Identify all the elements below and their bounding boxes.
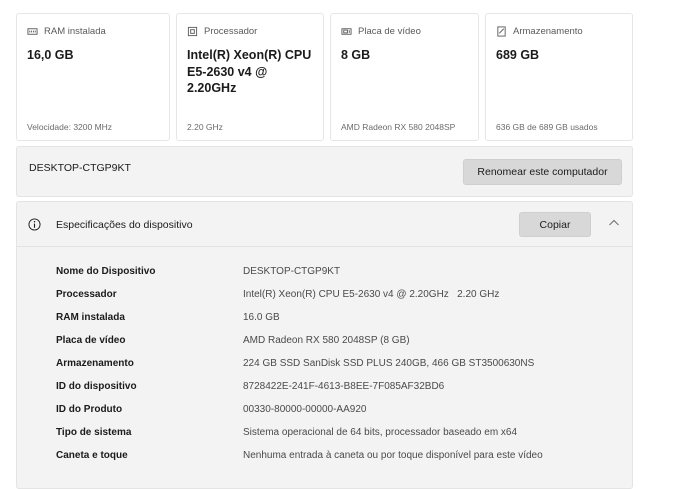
processor-card-label: Processador xyxy=(204,26,258,37)
spec-key: Tipo de sistema xyxy=(56,427,132,438)
ram-card-label: RAM instalada xyxy=(44,26,106,37)
spec-row-ram: RAM instalada 16.0 GB xyxy=(17,308,632,328)
chevron-up-icon[interactable] xyxy=(608,218,620,228)
spec-row-gpu: Placa de vídeo AMD Radeon RX 580 2048SP … xyxy=(17,331,632,351)
processor-card-value: Intel(R) Xeon(R) CPU E5-2630 v4 @ 2.20GH… xyxy=(187,48,312,95)
spec-value: DESKTOP-CTGP9KT xyxy=(243,266,341,277)
spec-key: Placa de vídeo xyxy=(56,335,126,346)
rename-computer-button[interactable]: Renomear este computador xyxy=(463,159,622,185)
gpu-card-label: Placa de vídeo xyxy=(358,26,421,37)
spec-key: Armazenamento xyxy=(56,358,134,369)
computer-name-bar: DESKTOP-CTGP9KT Renomear este computador xyxy=(16,146,633,197)
ram-card: RAM instalada 16,0 GB Velocidade: 3200 M… xyxy=(16,13,170,141)
spec-row-pen-touch: Caneta e toque Nenhuma entrada à caneta … xyxy=(17,446,632,466)
storage-card-header: Armazenamento xyxy=(496,26,583,37)
gpu-card-subtext: AMD Radeon RX 580 2048SP xyxy=(341,122,456,132)
spec-value: Sistema operacional de 64 bits, processa… xyxy=(243,427,518,438)
ram-icon xyxy=(27,28,38,35)
ram-card-header: RAM instalada xyxy=(27,26,106,37)
storage-card-value: 689 GB xyxy=(496,48,540,62)
spec-value: 16.0 GB xyxy=(243,312,280,323)
gpu-card: Placa de vídeo 8 GB AMD Radeon RX 580 20… xyxy=(330,13,479,141)
spec-key: ID do dispositivo xyxy=(56,381,137,392)
ram-card-subtext: Velocidade: 3200 MHz xyxy=(27,122,113,132)
device-specifications-title: Especificações do dispositivo xyxy=(56,219,193,231)
processor-card-header: Processador xyxy=(187,26,257,37)
spec-row-device-name: Nome do Dispositivo DESKTOP-CTGP9KT xyxy=(17,262,632,282)
gpu-icon xyxy=(341,28,352,35)
storage-card-subtext: 636 GB de 689 GB usados xyxy=(496,122,598,132)
spec-key: RAM instalada xyxy=(56,312,125,323)
hardware-summary-cards: RAM instalada 16,0 GB Velocidade: 3200 M… xyxy=(16,13,633,141)
spec-value: AMD Radeon RX 580 2048SP (8 GB) xyxy=(243,335,410,346)
spec-value: 8728422E-241F-4613-B8EE-7F085AF32BD6 xyxy=(243,381,445,392)
spec-value: 00330-80000-00000-AA920 xyxy=(243,404,367,415)
copy-button[interactable]: Copiar xyxy=(519,212,591,237)
device-specifications-panel: Especificações do dispositivo Copiar Nom… xyxy=(16,201,633,489)
storage-card: Armazenamento 689 GB 636 GB de 689 GB us… xyxy=(485,13,633,141)
spec-value: 224 GB SSD SanDisk SSD PLUS 240GB, 466 G… xyxy=(243,358,535,369)
gpu-card-value: 8 GB xyxy=(341,48,371,62)
spec-row-system-type: Tipo de sistema Sistema operacional de 6… xyxy=(17,423,632,443)
storage-icon xyxy=(497,26,506,37)
processor-card: Processador Intel(R) Xeon(R) CPU E5-2630… xyxy=(176,13,324,141)
spec-key: Caneta e toque xyxy=(56,450,128,461)
spec-row-product-id: ID do Produto 00330-80000-00000-AA920 xyxy=(17,400,632,420)
spec-row-processor: Processador Intel(R) Xeon(R) CPU E5-2630… xyxy=(17,285,632,305)
storage-card-label: Armazenamento xyxy=(513,26,583,37)
ram-card-value: 16,0 GB xyxy=(27,48,74,62)
gpu-card-header: Placa de vídeo xyxy=(341,26,421,37)
spec-value: Nenhuma entrada à caneta ou por toque di… xyxy=(243,450,543,461)
info-icon xyxy=(28,218,41,231)
spec-key: Processador xyxy=(56,289,117,300)
spec-key: ID do Produto xyxy=(56,404,123,415)
computer-name: DESKTOP-CTGP9KT xyxy=(29,162,131,174)
device-specifications-header[interactable]: Especificações do dispositivo Copiar xyxy=(17,202,632,247)
spec-row-device-id: ID do dispositivo 8728422E-241F-4613-B8E… xyxy=(17,377,632,397)
processor-icon xyxy=(187,26,198,37)
spec-row-storage: Armazenamento 224 GB SSD SanDisk SSD PLU… xyxy=(17,354,632,374)
spec-value: Intel(R) Xeon(R) CPU E5-2630 v4 @ 2.20GH… xyxy=(243,289,500,300)
processor-card-subtext: 2.20 GHz xyxy=(187,122,223,132)
spec-key: Nome do Dispositivo xyxy=(56,266,156,277)
